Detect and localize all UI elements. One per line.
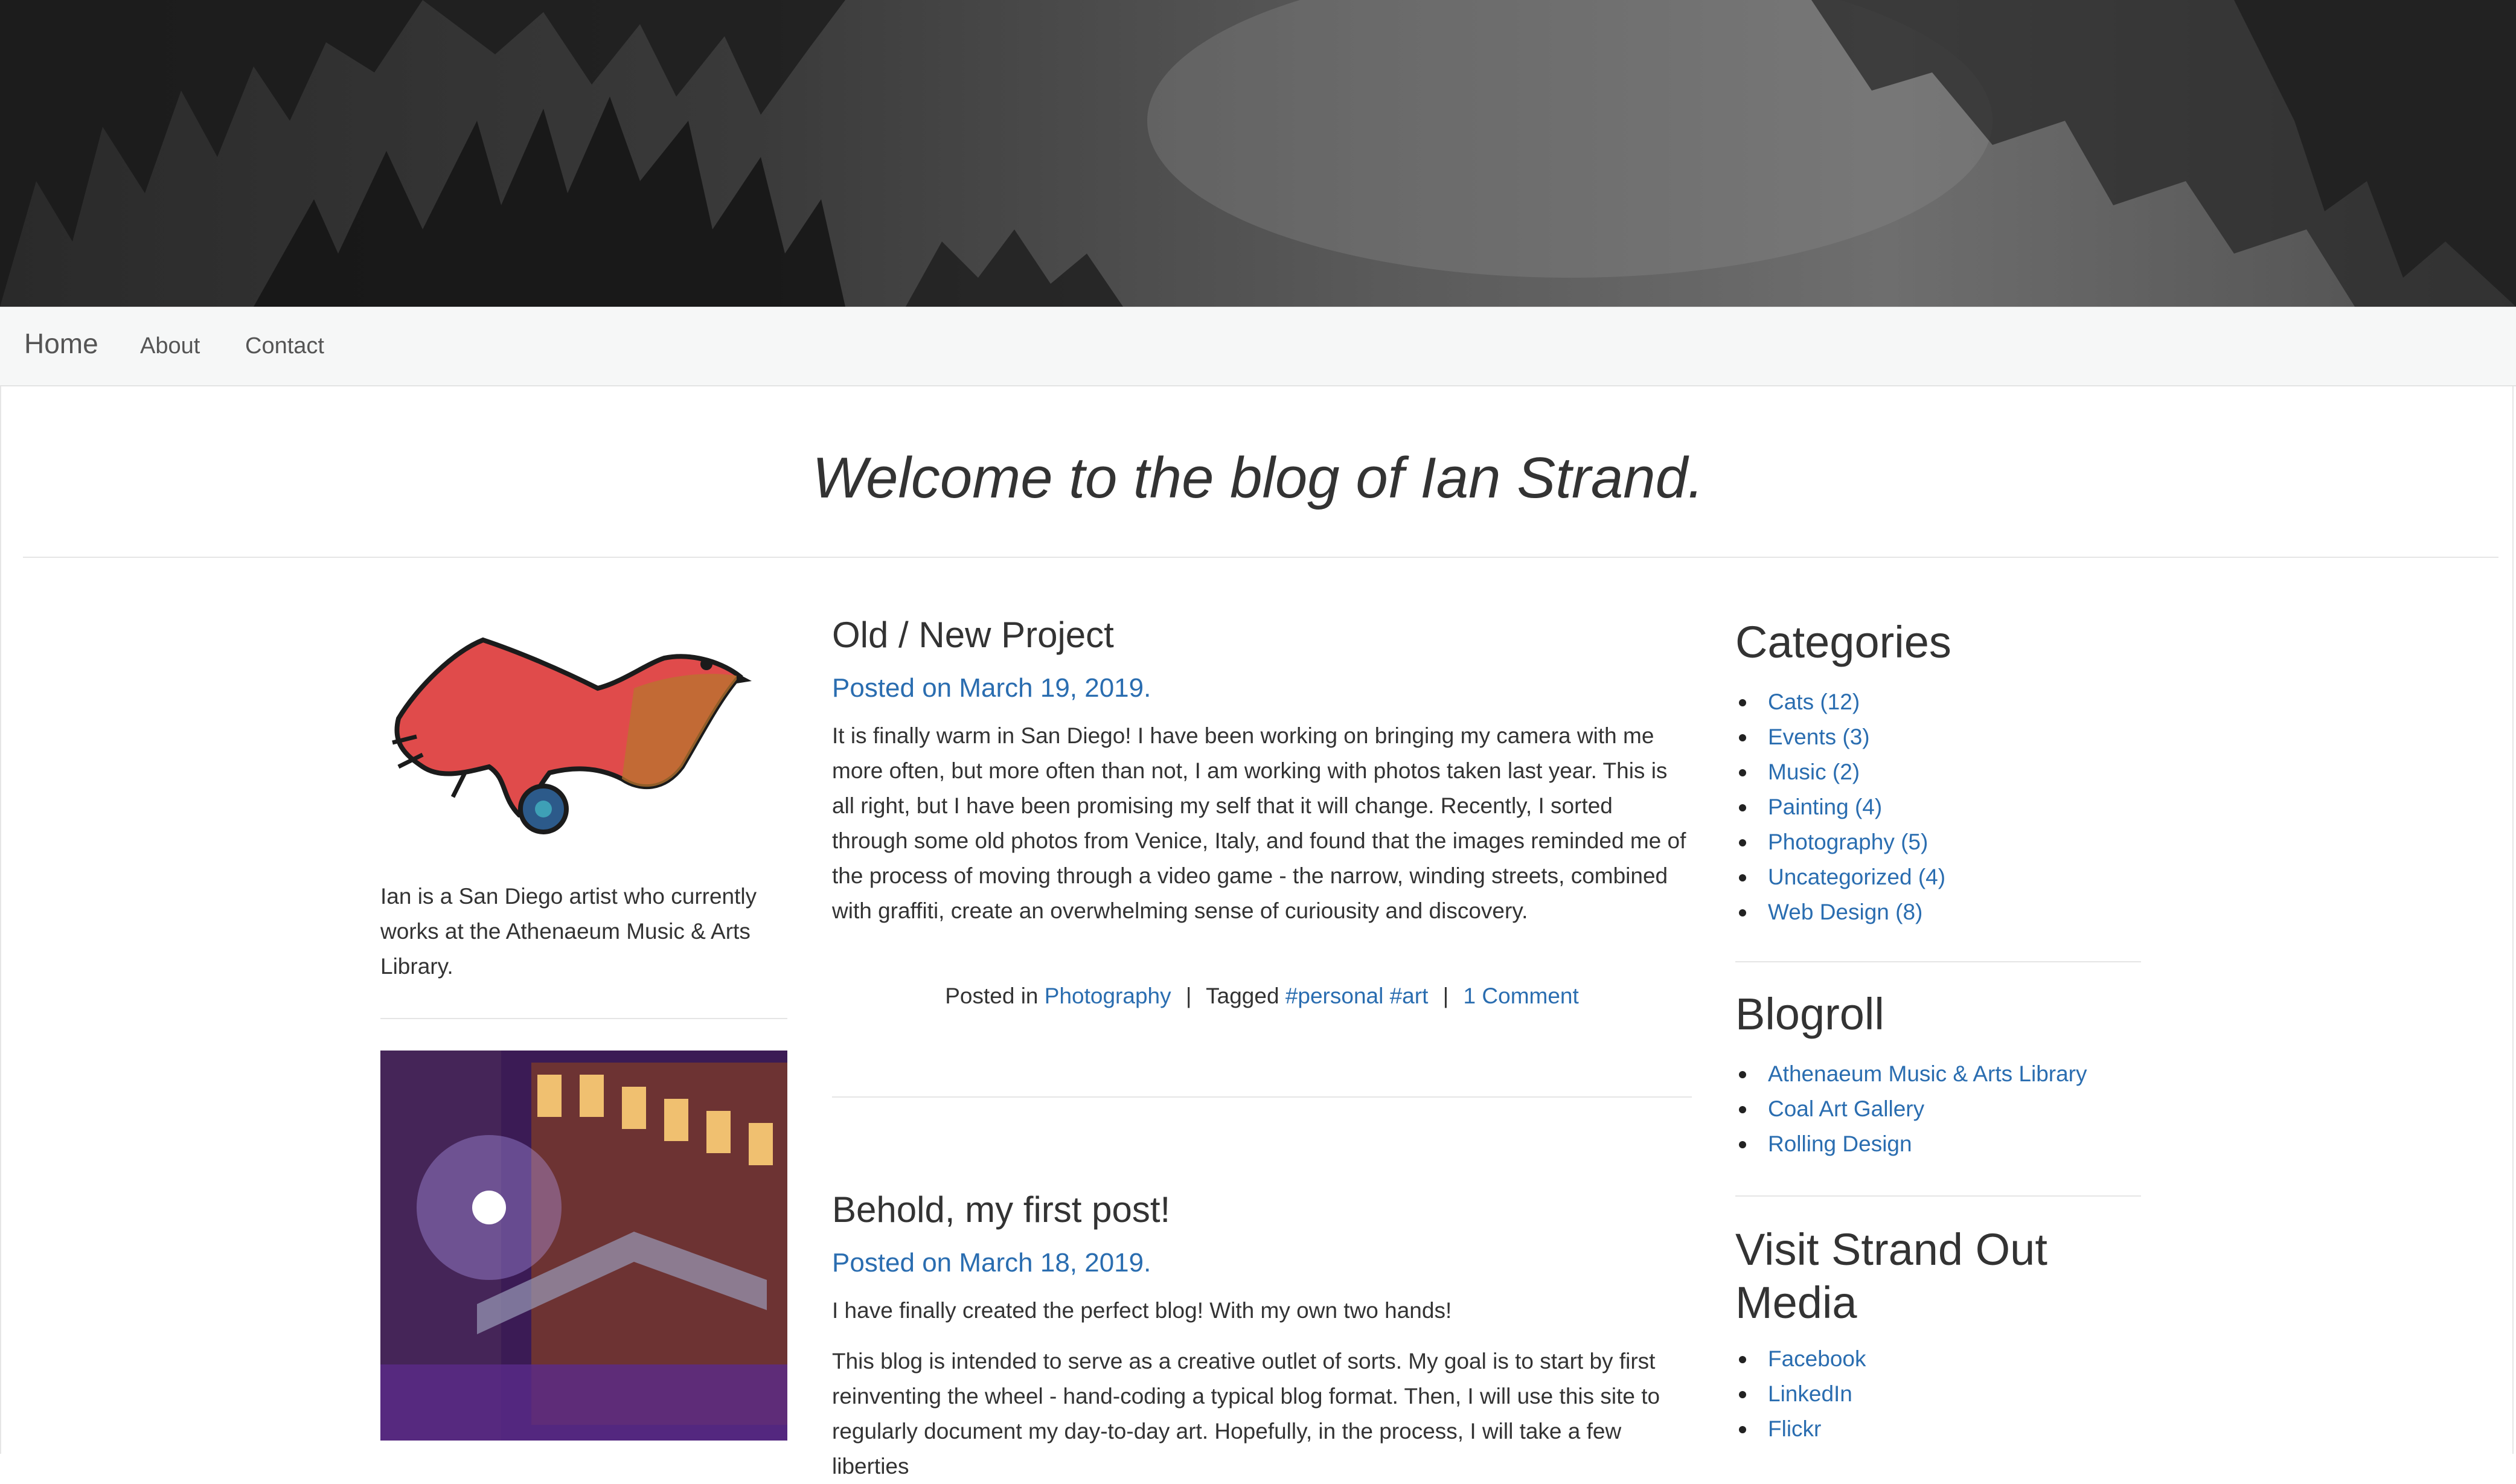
category-link[interactable]: Events (3) (1768, 724, 1870, 749)
post-body: It is finally warm in San Diego! I have … (832, 723, 1686, 923)
category-item[interactable]: Events (3) (1735, 720, 1945, 755)
blogroll-link[interactable]: Rolling Design (1768, 1131, 1912, 1156)
blogroll-item[interactable]: Athenaeum Music & Arts Library (1735, 1057, 2087, 1092)
left-sidebar-divider (380, 1018, 787, 1019)
meta-separator: | (1442, 983, 1449, 1008)
post-comments-link[interactable]: 1 Comment (1464, 983, 1579, 1008)
category-link[interactable]: Music (2) (1768, 760, 1860, 784)
blogroll-list: Athenaeum Music & Arts Library Coal Art … (1735, 1057, 2087, 1162)
widget-divider (1735, 961, 2141, 962)
category-link[interactable]: Web Design (8) (1768, 900, 1922, 924)
post-tags-link[interactable]: #personal #art (1285, 983, 1429, 1008)
category-item[interactable]: Music (2) (1735, 755, 1945, 790)
tagged-label: Tagged (1206, 983, 1279, 1008)
social-list: Facebook LinkedIn Flickr (1735, 1342, 1866, 1447)
category-link[interactable]: Cats (12) (1768, 689, 1860, 714)
meta-separator: | (1185, 983, 1192, 1008)
category-link[interactable]: Photography (5) (1768, 830, 1928, 854)
social-link-facebook[interactable]: Facebook (1768, 1346, 1866, 1371)
widget-divider (1735, 1195, 2141, 1197)
red-creature-illustration (392, 637, 752, 834)
post-intro: I have finally created the perfect blog!… (832, 1298, 1452, 1323)
categories-list: Cats (12) Events (3) Music (2) Painting … (1735, 685, 1945, 930)
category-item[interactable]: Painting (4) (1735, 790, 1945, 825)
category-item[interactable]: Cats (12) (1735, 685, 1945, 720)
post-divider (832, 1096, 1692, 1098)
category-link[interactable]: Uncategorized (4) (1768, 865, 1945, 889)
blogroll-link[interactable]: Athenaeum Music & Arts Library (1768, 1061, 2087, 1086)
city-night-photo (380, 1051, 787, 1441)
blogroll-item[interactable]: Rolling Design (1735, 1127, 2087, 1162)
category-item[interactable]: Photography (5) (1735, 825, 1945, 860)
social-item[interactable]: Flickr (1735, 1412, 1866, 1447)
nav-home-link[interactable]: Home (24, 329, 98, 358)
title-divider (23, 557, 2498, 558)
main-navbar: Home About Contact (0, 307, 2516, 386)
nav-about-link[interactable]: About (140, 331, 200, 360)
post-meta: Posted in Photography | Tagged #personal… (832, 980, 1692, 1012)
social-item[interactable]: Facebook (1735, 1342, 1866, 1377)
social-link-flickr[interactable]: Flickr (1768, 1416, 1821, 1441)
posted-in-label: Posted in (945, 983, 1039, 1008)
post-body: This blog is intended to serve as a crea… (832, 1349, 1660, 1479)
page-title: Welcome to the blog of Ian Strand. (812, 446, 1704, 510)
blogroll-heading: Blogroll (1735, 989, 1884, 1039)
post-title[interactable]: Old / New Project (832, 612, 1114, 658)
social-link-linkedin[interactable]: LinkedIn (1768, 1381, 1852, 1406)
post-title[interactable]: Behold, my first post! (832, 1187, 1170, 1233)
post-date[interactable]: Posted on March 19, 2019. (832, 671, 1151, 705)
post-date[interactable]: Posted on March 18, 2019. (832, 1246, 1151, 1280)
author-bio: Ian is a San Diego artist who currently … (380, 884, 757, 979)
category-item[interactable]: Web Design (8) (1735, 895, 1945, 930)
header-banner-image (0, 0, 2516, 307)
category-link[interactable]: Painting (4) (1768, 795, 1882, 819)
blogroll-item[interactable]: Coal Art Gallery (1735, 1092, 2087, 1127)
categories-heading: Categories (1735, 617, 1951, 667)
blogroll-link[interactable]: Coal Art Gallery (1768, 1096, 1924, 1121)
nav-contact-link[interactable]: Contact (245, 331, 324, 360)
social-item[interactable]: LinkedIn (1735, 1377, 1866, 1412)
category-item[interactable]: Uncategorized (4) (1735, 860, 1945, 895)
social-heading: Visit Strand Out Media (1735, 1224, 2047, 1328)
post-category-link[interactable]: Photography (1045, 983, 1171, 1008)
